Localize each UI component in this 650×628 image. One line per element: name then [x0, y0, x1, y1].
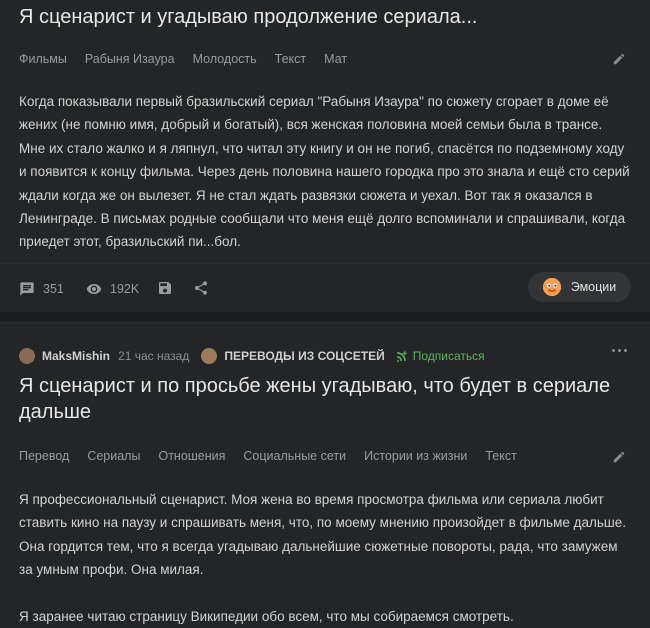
subscribe-button[interactable]: Подписаться: [395, 349, 485, 363]
community-name[interactable]: ПЕРЕВОДЫ ИЗ СОЦСЕТЕЙ: [224, 349, 384, 363]
subscribe-icon: [396, 350, 407, 362]
save-icon[interactable]: [157, 280, 173, 296]
comments-count: 351: [43, 282, 64, 296]
post-footer: 351 192K Эмоции: [0, 263, 650, 312]
tag[interactable]: Сериалы: [87, 449, 140, 463]
pencil-icon[interactable]: [612, 450, 626, 464]
tag[interactable]: Истории из жизни: [364, 449, 467, 463]
tag[interactable]: Рабыня Изаура: [85, 52, 175, 66]
community-avatar[interactable]: [201, 348, 218, 364]
emoji-icon: [542, 278, 561, 296]
post-body: Я профессиональный сценарист. Моя жена в…: [19, 488, 631, 628]
post-title[interactable]: Я сценарист и угадываю продолжение сериа…: [19, 4, 477, 30]
post-paragraph: Когда показывали первый бразильский сери…: [19, 94, 630, 250]
post-paragraph: Я заранее читаю страницу Википедии обо в…: [19, 608, 514, 624]
tag-list: Перевод Сериалы Отношения Социальные сет…: [19, 449, 535, 463]
tag[interactable]: Мат: [324, 52, 347, 66]
post-paragraph: Я профессиональный сценарист. Моя жена в…: [19, 492, 627, 578]
tag[interactable]: Фильмы: [19, 52, 67, 66]
tag[interactable]: Текст: [485, 449, 516, 463]
emotions-label: Эмоции: [570, 280, 617, 294]
post-body: Когда показывали первый бразильский сери…: [19, 90, 631, 254]
comments-counter[interactable]: 351: [19, 281, 64, 297]
tag-list: Фильмы Рабыня Изаура Молодость Текст Мат: [19, 52, 365, 66]
tag[interactable]: Перевод: [19, 449, 69, 463]
author-name[interactable]: MaksMishin: [42, 349, 110, 363]
author-avatar[interactable]: [19, 348, 35, 364]
tag[interactable]: Молодость: [193, 52, 257, 66]
views-counter: 192K: [86, 281, 139, 297]
tag[interactable]: Текст: [275, 52, 306, 66]
post-1: Я сценарист и угадываю продолжение сериа…: [0, 0, 650, 312]
eye-icon: [86, 284, 102, 294]
subscribe-label: Подписаться: [412, 349, 485, 363]
emotions-button[interactable]: Эмоции: [528, 272, 631, 302]
views-count: 192K: [110, 282, 140, 296]
pencil-icon[interactable]: [612, 52, 626, 66]
share-icon[interactable]: [193, 280, 209, 296]
post-2: MaksMishin 21 час назад ПЕРЕВОДЫ ИЗ СОЦС…: [0, 322, 650, 628]
post-meta: MaksMishin 21 час назад ПЕРЕВОДЫ ИЗ СОЦС…: [19, 347, 631, 365]
tag[interactable]: Социальные сети: [243, 449, 346, 463]
post-title[interactable]: Я сценарист и по просьбе жены угадываю, …: [19, 373, 619, 425]
more-dots-icon[interactable]: [612, 349, 627, 352]
tag[interactable]: Отношения: [158, 449, 225, 463]
comment-icon: [20, 282, 34, 296]
post-time: 21 час назад: [118, 349, 190, 363]
